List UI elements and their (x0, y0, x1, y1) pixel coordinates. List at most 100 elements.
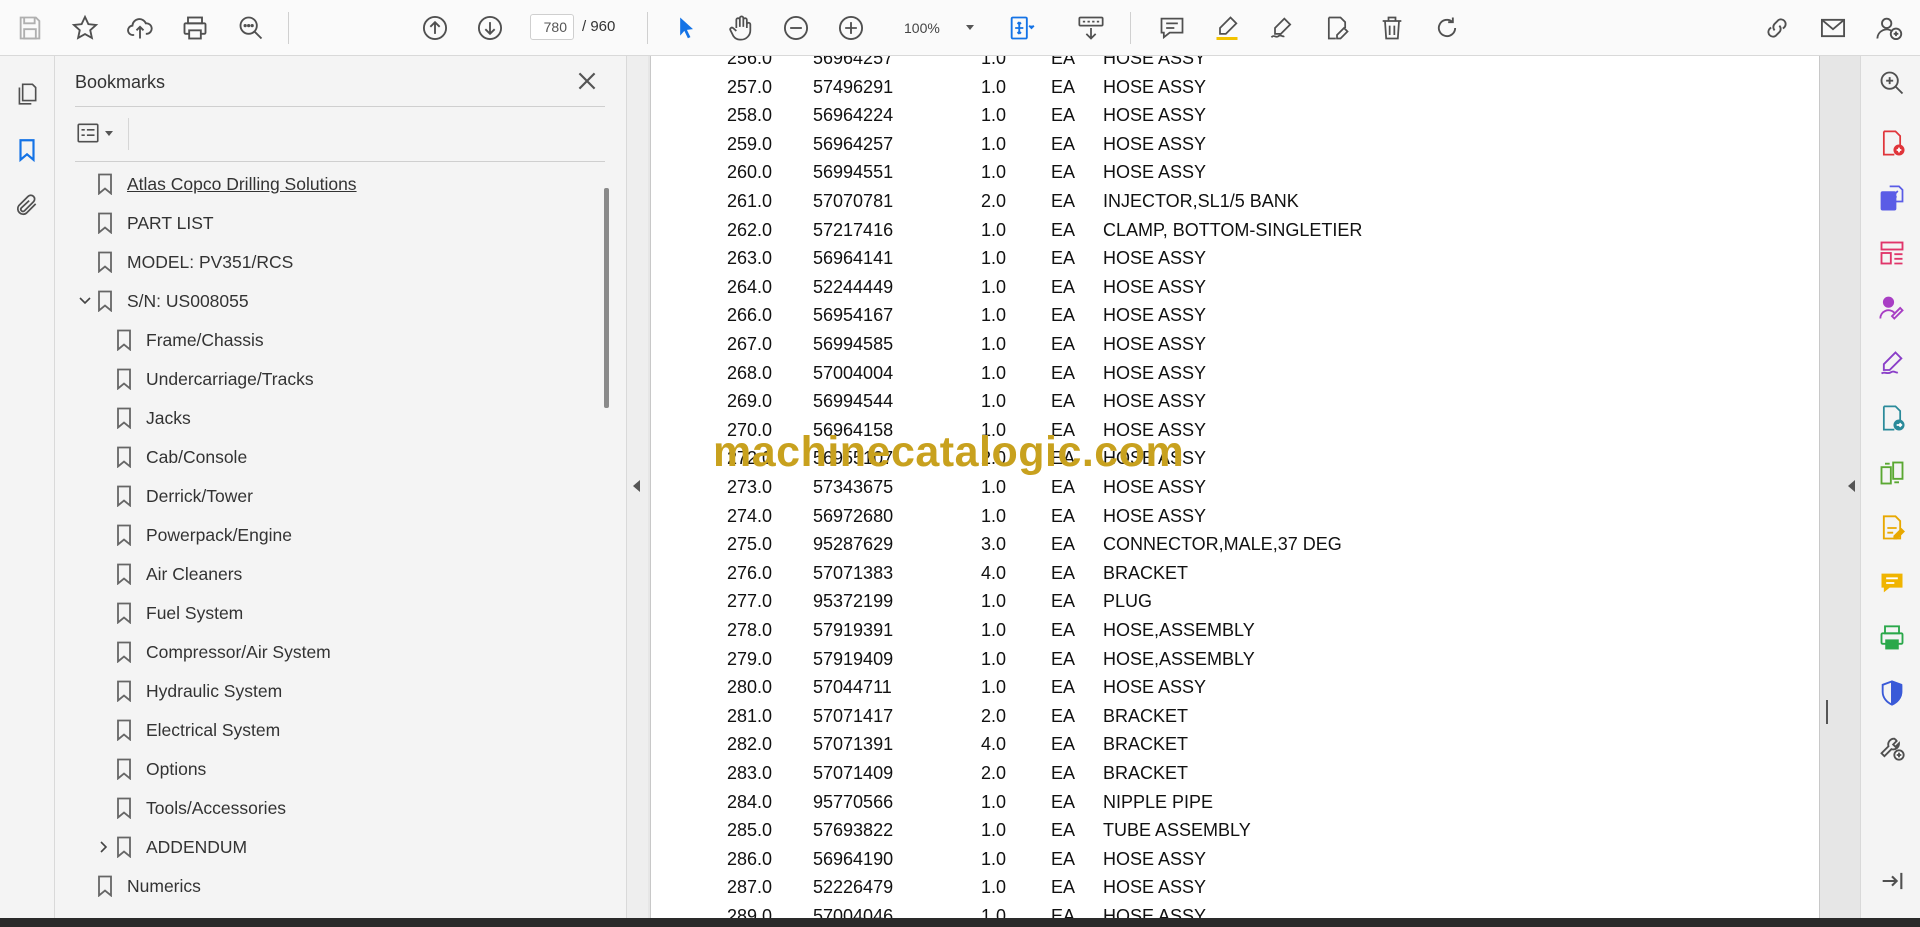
description: HOSE ASSY (1103, 848, 1207, 869)
cloud-upload-icon[interactable] (123, 11, 157, 45)
bookmark-item[interactable]: Derrick/Tower (116, 478, 253, 514)
bookmarks-scrollbar[interactable] (604, 188, 609, 408)
page-up-icon[interactable] (418, 11, 452, 45)
export-pdf-icon[interactable] (1875, 181, 1909, 215)
quantity: 1.0 (981, 791, 1007, 812)
bookmark-icon (97, 290, 113, 313)
item-number: 264.0 (727, 276, 773, 297)
description: HOSE ASSY (1103, 133, 1207, 154)
part-number: 57071383 (813, 562, 894, 583)
organize-pages-icon[interactable] (1875, 236, 1909, 270)
part-number: 57070781 (813, 191, 894, 211)
star-icon[interactable] (68, 11, 102, 45)
save-icon[interactable] (13, 11, 47, 45)
bookmark-item[interactable]: Jacks (116, 400, 191, 436)
bookmark-options-button[interactable] (75, 118, 123, 148)
draw-icon[interactable] (1265, 11, 1299, 45)
document-view[interactable]: 289.0 57004046 1.0 EA HOSE ASSY 287.0 52226479… (648, 56, 1860, 918)
page-total: / 960 (582, 18, 616, 35)
attachment-icon[interactable] (10, 188, 44, 222)
zoom-search-icon[interactable] (1875, 66, 1909, 100)
collapse-panel-icon[interactable] (1875, 864, 1909, 898)
highlight-icon[interactable] (1210, 11, 1244, 45)
bookmark-label: Frame/Chassis (146, 329, 264, 350)
compare-files-icon[interactable] (1875, 456, 1909, 490)
bookmark-item[interactable]: Undercarriage/Tracks (116, 361, 314, 397)
close-icon[interactable] (574, 68, 600, 94)
bookmark-item[interactable]: MODEL: PV351/RCS (97, 244, 293, 280)
account-icon[interactable] (1872, 11, 1906, 45)
bookmark-item[interactable]: Frame/Chassis (116, 322, 264, 358)
comment-icon[interactable] (1155, 11, 1189, 45)
chevron-down-icon[interactable] (77, 293, 93, 309)
keyboard-scroll-icon[interactable] (1074, 11, 1108, 45)
bookmark-icon[interactable] (10, 133, 44, 167)
fill-sign-icon[interactable] (1875, 346, 1909, 380)
chevron-down-icon (105, 130, 113, 136)
bookmark-icon (116, 329, 132, 352)
bookmark-item[interactable]: PART LIST (97, 205, 214, 241)
delete-icon[interactable] (1375, 11, 1409, 45)
page-down-icon[interactable] (473, 11, 507, 45)
hand-icon[interactable] (724, 11, 758, 45)
protect-icon[interactable] (1875, 676, 1909, 710)
bookmark-item[interactable]: S/N: US008055 (79, 283, 249, 319)
quantity: 2.0 (981, 705, 1007, 726)
part-number: 56964257 (813, 56, 894, 68)
select-cursor-icon[interactable] (669, 11, 703, 45)
item-number: 263.0 (727, 248, 773, 269)
print-production-icon[interactable] (1875, 621, 1909, 655)
pages-icon[interactable] (10, 77, 44, 111)
bookmark-item[interactable]: Electrical System (116, 712, 280, 748)
collapse-right-icon[interactable] (1848, 480, 1855, 492)
bookmark-item[interactable]: Options (116, 751, 206, 787)
share-link-icon[interactable] (1760, 11, 1794, 45)
bookmark-item[interactable]: Atlas Copco Drilling Solutions (97, 166, 357, 202)
item-number: 267.0 (727, 334, 773, 354)
bookmark-item[interactable]: Compressor/Air System (116, 634, 331, 670)
item-number: 281.0 (727, 705, 773, 726)
bookmark-item[interactable]: Fuel System (116, 595, 243, 631)
bookmark-item[interactable]: Hydraulic System (116, 673, 282, 709)
search-icon[interactable] (234, 11, 268, 45)
description: HOSE ASSY (1103, 105, 1207, 126)
fit-page-icon[interactable] (1004, 11, 1038, 45)
right-panel-collapse[interactable] (1844, 56, 1860, 918)
zoom-in-icon[interactable] (834, 11, 868, 45)
bookmark-item[interactable]: Air Cleaners (116, 556, 242, 592)
part-number: 56964224 (813, 105, 894, 126)
bookmark-icon (97, 251, 113, 274)
part-number: 57044711 (813, 677, 892, 698)
collapse-left-icon[interactable] (633, 480, 640, 492)
chevron-right-icon[interactable] (96, 839, 112, 855)
convert-pdf-icon[interactable] (1875, 401, 1909, 435)
edit-pdf-icon[interactable] (1875, 511, 1909, 545)
pdf-page: 289.0 57004046 1.0 EA HOSE ASSY 287.0 52226479… (650, 56, 1820, 918)
bookmark-item[interactable]: Powerpack/Engine (116, 517, 292, 553)
bookmark-item[interactable]: ADDENDUM (100, 829, 247, 865)
comment-tool-icon[interactable] (1875, 566, 1909, 600)
bookmark-item[interactable]: Tools/Accessories (116, 790, 286, 826)
request-signature-icon[interactable] (1875, 291, 1909, 325)
item-number: 279.0 (727, 648, 773, 669)
quantity: 1.0 (981, 334, 1007, 354)
part-number: 52226479 (813, 877, 894, 898)
unit: EA (1051, 591, 1076, 612)
redo-icon[interactable] (1430, 11, 1464, 45)
bookmark-item[interactable]: Cab/Console (116, 439, 247, 475)
bookmark-item[interactable]: Numerics (97, 868, 201, 904)
bookmark-icon (97, 212, 113, 235)
document-scrollbar[interactable] (1826, 700, 1828, 724)
edit-text-icon[interactable] (1320, 11, 1354, 45)
unit: EA (1051, 734, 1076, 755)
more-tools-icon[interactable] (1875, 731, 1909, 765)
quantity: 1.0 (981, 877, 1007, 898)
print-icon[interactable] (178, 11, 212, 45)
bookmark-icon (97, 173, 113, 196)
email-icon[interactable] (1816, 11, 1850, 45)
panel-resizer[interactable] (626, 56, 648, 918)
zoom-select[interactable]: 100% (892, 14, 980, 42)
page-number-input[interactable] (530, 14, 574, 40)
zoom-out-icon[interactable] (779, 11, 813, 45)
create-pdf-icon[interactable] (1875, 126, 1909, 160)
